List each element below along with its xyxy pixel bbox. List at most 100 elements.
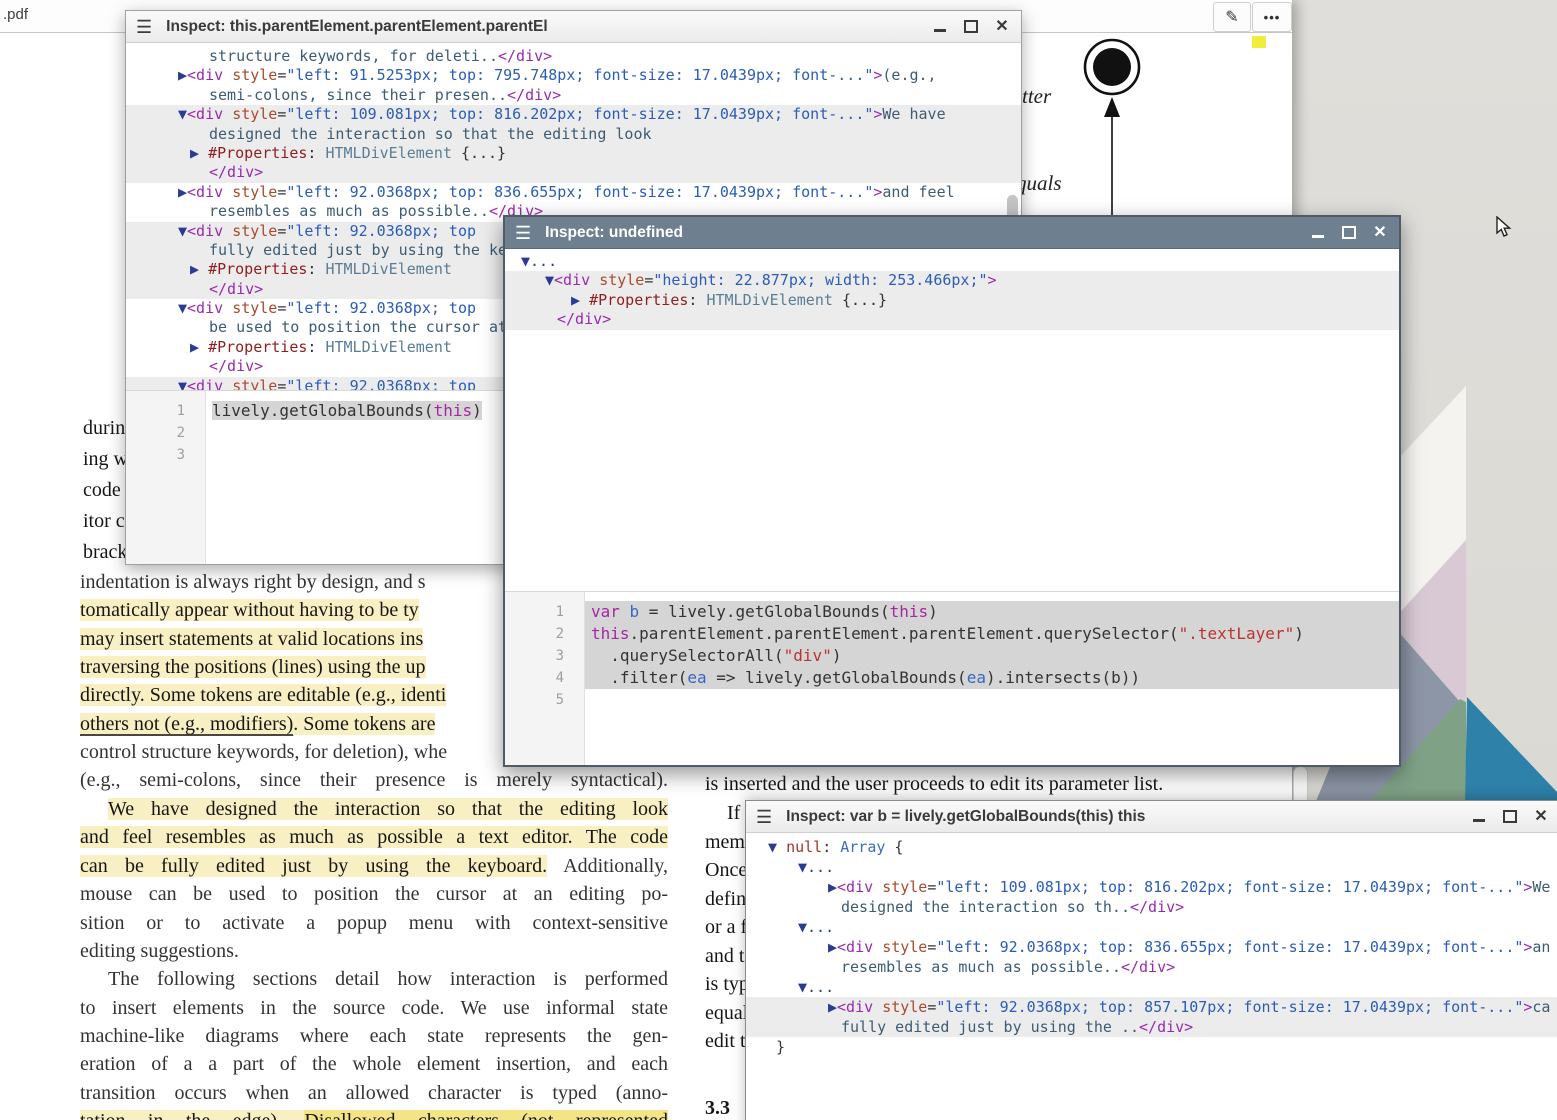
dom-tree-row[interactable]: ▶ #Properties: HTMLDivElement {...} [126, 144, 1021, 163]
dom-tree-row[interactable]: ▼... [746, 917, 1557, 937]
window-title: Inspect: var b = lively.getGlobalBounds(… [786, 808, 1458, 826]
dom-tree-row[interactable]: </div> [126, 163, 1021, 182]
screen: .pdf ✎ ••• tter quals indentation is alw… [0, 0, 1557, 1120]
pdf-filename-tab[interactable]: .pdf [3, 6, 28, 23]
dom-tree-row[interactable]: } [746, 1037, 1557, 1057]
line-number-gutter: 12345 [505, 592, 585, 765]
pdf-text-line: to insert elements in the source code. W… [80, 996, 668, 1020]
pdf-text-line: is typ [705, 972, 749, 996]
pdf-text-line: We have designed the interaction so that… [80, 797, 668, 821]
pdf-text-fragment: ing w [83, 447, 128, 471]
maximize-button[interactable] [964, 20, 978, 34]
pdf-text-line: transition occurs when an allowed charac… [80, 1081, 668, 1105]
dom-tree-row[interactable]: resembles as much as possible..</div> [746, 957, 1557, 977]
window-titlebar[interactable]: ☰ Inspect: var b = lively.getGlobalBound… [746, 801, 1557, 833]
dom-tree-row[interactable]: structure keywords, for deleti..</div> [126, 47, 1021, 66]
code-line[interactable]: var b = lively.getGlobalBounds(this) [585, 601, 1399, 623]
pdf-text-line: edit t [705, 1029, 746, 1053]
dom-tree-row[interactable]: ▶<div style="left: 91.5253px; top: 795.7… [126, 66, 1021, 85]
pdf-text-line: is inserted and the user proceeds to edi… [705, 772, 1163, 796]
pdf-text-line: and feel resembles as much as possible a… [80, 825, 668, 849]
dom-tree-row[interactable]: ▼... [746, 977, 1557, 997]
dom-tree-row[interactable]: designed the interaction so th..</div> [746, 897, 1557, 917]
pdf-text-fragment: itor c [83, 509, 125, 533]
close-button[interactable]: ✕ [1373, 226, 1387, 240]
minimize-button[interactable] [933, 20, 947, 34]
code-editor[interactable]: 12345 var b = lively.getGlobalBounds(thi… [505, 591, 1399, 765]
more-options-button[interactable]: ••• [1252, 2, 1292, 32]
pdf-text-line: control structure keywords, for deletion… [80, 740, 447, 764]
pdf-text-line: traversing the positions (lines) using t… [80, 655, 426, 679]
pdf-text-line: Once [705, 858, 747, 882]
dom-tree-row[interactable]: ▼ null: Array { [746, 837, 1557, 857]
diagram-label: tter [1022, 84, 1051, 109]
pdf-text-line: defin [705, 887, 746, 911]
pdf-text-line: and t [705, 944, 744, 968]
pdf-text-line: others not (e.g., modifiers). Some token… [80, 712, 435, 736]
dom-tree-row[interactable]: ▶ #Properties: HTMLDivElement {...} [505, 291, 1399, 310]
pdf-text-line: mem [705, 830, 745, 854]
line-number: 1 [126, 400, 205, 422]
dom-tree-row[interactable]: ▶<div style="left: 92.0368px; top: 836.6… [746, 937, 1557, 957]
dom-tree-row[interactable]: ▶<div style="left: 92.0368px; top: 836.6… [126, 183, 1021, 202]
pdf-text-line: editing suggestions. [80, 939, 239, 963]
ellipsis-icon: ••• [1264, 10, 1281, 25]
minimize-button[interactable] [1472, 810, 1486, 824]
line-number: 3 [505, 645, 584, 667]
line-number: 2 [505, 623, 584, 645]
menu-icon[interactable]: ☰ [136, 18, 152, 36]
dom-tree-row[interactable]: ▼<div style="left: 109.081px; top: 816.2… [126, 105, 1021, 124]
window-title: Inspect: this.parentElement.parentElemen… [166, 18, 919, 36]
dom-tree-pane: ▼...▼<div style="height: 22.877px; width… [505, 249, 1399, 592]
line-number: 5 [505, 689, 584, 711]
dom-tree-row[interactable]: fully edited just by using the ..</div> [746, 1017, 1557, 1037]
pdf-text-line: can be fully edited just by using the ke… [80, 854, 668, 878]
maximize-button[interactable] [1503, 810, 1517, 824]
line-number: 1 [505, 601, 584, 623]
code-line[interactable]: .filter(ea => lively.getGlobalBounds(ea)… [585, 667, 1399, 689]
menu-icon[interactable]: ☰ [515, 224, 531, 242]
minimize-button[interactable] [1311, 226, 1325, 240]
code-line[interactable]: this.parentElement.parentElement.parentE… [585, 623, 1399, 645]
pdf-text-line: tomatically appear without having to be … [80, 598, 419, 622]
pdf-text-line: directly. Some tokens are editable (e.g.… [80, 683, 446, 707]
pdf-text-fragment: brack [83, 540, 127, 564]
pdf-text-fragment: durin [83, 416, 125, 440]
pdf-text-line: tation in the edge). Disallowed characte… [80, 1109, 668, 1120]
line-number-gutter: 123 [126, 391, 206, 564]
code-line[interactable] [585, 689, 1399, 711]
pdf-text-line: equal [705, 1001, 748, 1025]
edit-annotation-button[interactable]: ✎ [1213, 2, 1251, 32]
window-title: Inspect: undefined [545, 224, 1297, 242]
pdf-text-line: or a f [705, 915, 747, 939]
close-button[interactable]: ✕ [1534, 810, 1548, 824]
dom-tree-row[interactable]: </div> [505, 310, 1399, 329]
line-number: 2 [126, 422, 205, 444]
dom-tree-row[interactable]: ▼... [505, 252, 1399, 271]
pdf-text-line: eration of a a part of the whole element… [80, 1052, 668, 1076]
dom-tree-row[interactable]: ▶<div style="left: 92.0368px; top: 857.1… [746, 997, 1557, 1017]
dom-tree-row[interactable]: designed the interaction so that the edi… [126, 125, 1021, 144]
window-titlebar[interactable]: ☰ Inspect: undefined ✕ [505, 217, 1399, 249]
pdf-text-line: mouse can be used to position the cursor… [80, 882, 668, 906]
diagram-label: quals [1016, 171, 1062, 196]
dom-tree-row[interactable]: semi-colons, since their presen..</div> [126, 86, 1021, 105]
window-titlebar[interactable]: ☰ Inspect: this.parentElement.parentElem… [126, 11, 1021, 43]
dom-tree-row[interactable]: ▼... [746, 857, 1557, 877]
line-number: 4 [505, 667, 584, 689]
pdf-text-line: indentation is always right by design, a… [80, 570, 426, 594]
pencil-icon: ✎ [1225, 7, 1238, 27]
code-line[interactable]: .querySelectorAll("div") [585, 645, 1399, 667]
pdf-text-line: The following sections detail how intera… [80, 967, 668, 991]
inspector-window-2: ☰ Inspect: undefined ✕ ▼...▼<div style="… [503, 215, 1401, 767]
maximize-button[interactable] [1342, 226, 1356, 240]
pdf-text-fragment: code [83, 478, 121, 502]
close-button[interactable]: ✕ [995, 20, 1009, 34]
line-number: 3 [126, 444, 205, 466]
dom-tree-row[interactable]: ▶<div style="left: 109.081px; top: 816.2… [746, 877, 1557, 897]
pdf-text-line: 3.3 [705, 1096, 730, 1120]
pdf-text-line: sition or to activate a popup menu with … [80, 911, 668, 935]
menu-icon[interactable]: ☰ [756, 808, 772, 826]
dom-tree-pane: ▼ null: Array {▼...▶<div style="left: 10… [746, 834, 1557, 1120]
dom-tree-row[interactable]: ▼<div style="height: 22.877px; width: 25… [505, 271, 1399, 290]
